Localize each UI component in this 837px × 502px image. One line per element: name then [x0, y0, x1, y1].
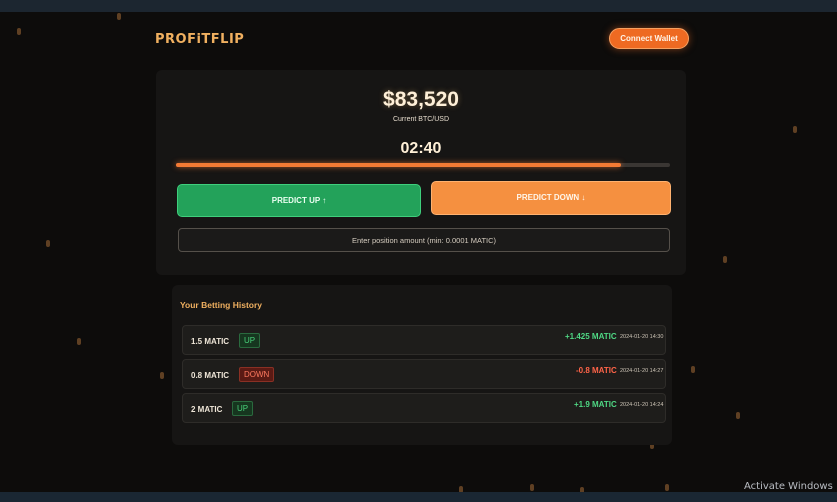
particle-dot [736, 412, 740, 419]
bet-amount: 1.5 MATIC [191, 337, 230, 346]
direction-badge: UP [239, 333, 261, 348]
bet-profit: -0.8 MATIC [576, 366, 617, 375]
bet-timestamp: 2024-01-20 14:24 [620, 402, 664, 408]
round-timer: 02:40 [400, 140, 442, 157]
history-row: 2 MATIC UP +1.9 MATIC 2024-01-20 14:24 [182, 393, 666, 423]
predict-up-button[interactable]: PREDICT UP ↑ [177, 184, 421, 217]
history-title: Your Betting History [180, 300, 263, 310]
app-logo: PROFiTFLIP [155, 32, 245, 47]
round-progress-fill [176, 163, 621, 167]
direction-badge: DOWN [239, 367, 275, 382]
history-row: 1.5 MATIC UP +1.425 MATIC 2024-01-20 14:… [182, 325, 666, 355]
particle-dot [691, 366, 695, 373]
btc-price: $83,520 [383, 88, 459, 111]
particle-dot [117, 13, 121, 20]
top-strip [0, 0, 837, 12]
history-row: 0.8 MATIC DOWN -0.8 MATIC 2024-01-20 14:… [182, 359, 666, 389]
activate-windows-watermark: Activate Windows [744, 481, 833, 492]
particle-dot [530, 484, 534, 491]
bet-profit: +1.9 MATIC [574, 400, 617, 409]
bottom-strip [0, 492, 837, 502]
round-progress-bar [176, 163, 670, 167]
particle-dot [160, 372, 164, 379]
bet-amount: 0.8 MATIC [191, 371, 230, 380]
bet-profit: +1.425 MATIC [565, 332, 617, 341]
bet-timestamp: 2024-01-20 14:27 [620, 368, 664, 374]
connect-wallet-button[interactable]: Connect Wallet [609, 28, 689, 49]
bet-timestamp: 2024-01-20 14:30 [620, 334, 664, 340]
direction-badge: UP [232, 401, 254, 416]
particle-dot [723, 256, 727, 263]
betting-history-panel: Your Betting History 1.5 MATIC UP +1.425… [172, 285, 672, 445]
particle-dot [793, 126, 797, 133]
particle-dot [77, 338, 81, 345]
particle-dot [46, 240, 50, 247]
predict-down-button[interactable]: PREDICT DOWN ↓ [431, 181, 671, 215]
particle-dot [17, 28, 21, 35]
prediction-panel: $83,520 Current BTC/USD 02:40 PREDICT UP… [156, 70, 686, 275]
particle-dot [665, 484, 669, 491]
position-amount-input[interactable] [178, 228, 670, 252]
bet-amount: 2 MATIC [191, 405, 223, 414]
price-label: Current BTC/USD [392, 116, 449, 123]
